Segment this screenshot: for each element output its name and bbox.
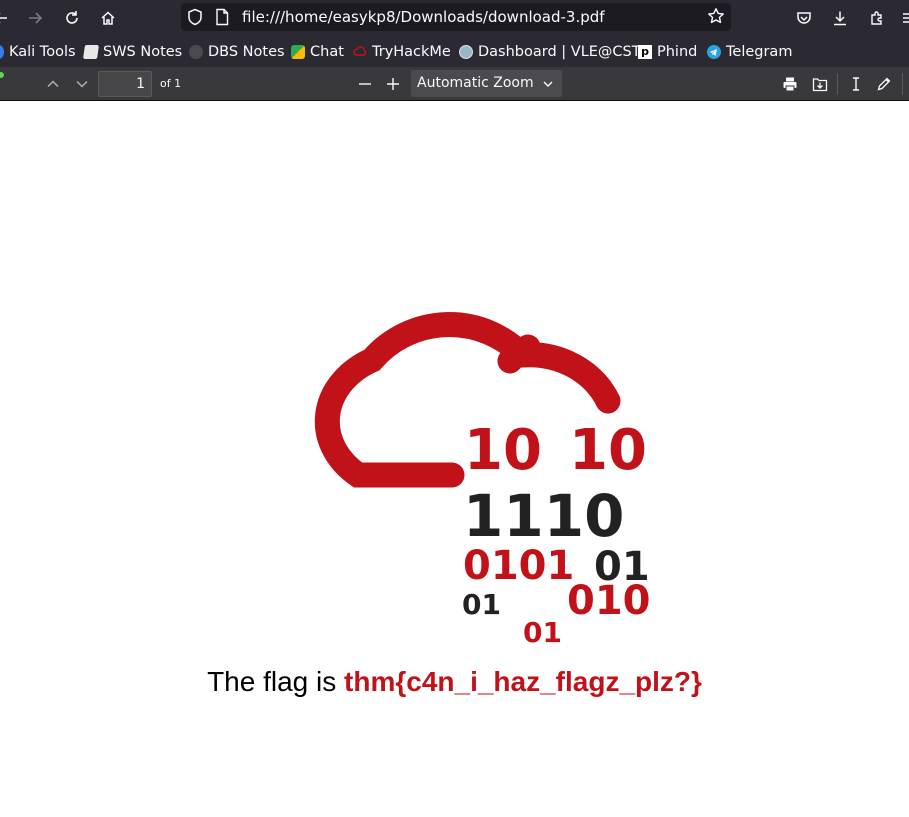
- pencil-icon: [877, 77, 891, 91]
- pocket-button[interactable]: [791, 5, 817, 31]
- printer-icon: [783, 77, 797, 92]
- bookmark-label: DBS Notes: [208, 44, 285, 60]
- bookmark-label: Telegram: [726, 44, 793, 60]
- tracking-shield-icon[interactable]: [187, 8, 203, 26]
- chevron-down-icon: [76, 80, 88, 88]
- url-bar[interactable]: file:///home/easykp8/Downloads/download-…: [181, 3, 731, 31]
- moodle-icon: [459, 45, 473, 59]
- bookmark-label: Kali Tools: [9, 44, 76, 60]
- flag-value: thm{c4n_i_haz_flagz_plz?}: [344, 666, 702, 697]
- home-icon: [101, 11, 115, 25]
- zoom-select[interactable]: Automatic Zoom: [411, 70, 562, 97]
- binary-digits: 10: [569, 418, 647, 483]
- binary-digits: 10: [464, 418, 542, 483]
- zoom-select-label: Automatic Zoom: [417, 75, 534, 91]
- zoom-out-button[interactable]: [354, 73, 376, 95]
- extensions-button[interactable]: [864, 5, 890, 31]
- binary-digits: 01: [462, 588, 501, 621]
- minus-icon: [359, 83, 371, 85]
- reload-icon: [66, 11, 78, 24]
- bookmark-label: Phind: [657, 44, 698, 60]
- bookmark-label: TryHackMe: [372, 44, 451, 60]
- draw-tool-button[interactable]: [873, 73, 895, 95]
- save-button[interactable]: [809, 73, 831, 95]
- print-button[interactable]: [779, 73, 801, 95]
- bookmark-label: SWS Notes: [103, 44, 183, 60]
- forward-button[interactable]: [22, 5, 48, 31]
- phind-icon: p: [638, 45, 652, 59]
- cloud-binary-logo: 10 10 1110 0101 01 01 010 01: [314, 312, 651, 649]
- download-icon: [834, 11, 846, 26]
- bookmark-sws-notes[interactable]: SWS Notes: [83, 42, 183, 62]
- binary-digits: 010: [567, 578, 651, 624]
- page-icon: [216, 8, 229, 26]
- bookmark-chat[interactable]: Chat: [291, 42, 344, 62]
- binary-digits: 01: [523, 616, 562, 649]
- pdf-page: 10 10 1110 0101 01 01 010 01 The flag is…: [0, 101, 909, 817]
- chevron-down-icon: [543, 81, 553, 87]
- notebook-dark-icon: [189, 45, 203, 59]
- bookmark-dashboard-vle[interactable]: Dashboard | VLE@CST: [459, 42, 641, 62]
- pdf-toolbar: 1 of 1 Automatic Zoom: [0, 67, 909, 101]
- bookmark-kali-tools[interactable]: Kali Tools: [0, 42, 76, 62]
- forward-arrow-icon: [29, 12, 43, 24]
- bookmark-phind[interactable]: p Phind: [638, 42, 697, 62]
- home-button[interactable]: [95, 5, 121, 31]
- bookmark-star-icon[interactable]: [707, 7, 725, 25]
- text-cursor-icon: [853, 77, 859, 91]
- kali-icon: [0, 45, 4, 59]
- back-button[interactable]: [0, 5, 14, 31]
- browser-navbar: file:///home/easykp8/Downloads/download-…: [0, 0, 909, 36]
- bookmark-telegram[interactable]: Telegram: [707, 42, 792, 62]
- bookmark-label: Chat: [310, 44, 344, 60]
- bookmark-label: Dashboard | VLE@CST: [478, 44, 641, 60]
- binary-digits: 0101: [463, 543, 574, 589]
- toolbar-divider: [837, 73, 838, 95]
- zoom-in-button[interactable]: [382, 73, 404, 95]
- status-dot: [0, 72, 4, 78]
- notebook-icon: [83, 45, 99, 59]
- bookmark-dbs-notes[interactable]: DBS Notes: [189, 42, 285, 62]
- chevron-up-icon: [47, 80, 59, 88]
- toolbar-divider: [902, 73, 903, 95]
- menu-button[interactable]: [896, 5, 909, 31]
- save-download-icon: [812, 78, 828, 92]
- binary-digits: 1110: [463, 482, 624, 550]
- telegram-icon: [707, 45, 721, 59]
- text-tool-button[interactable]: [845, 73, 867, 95]
- hamburger-menu-icon: [903, 13, 909, 23]
- page-number-input[interactable]: 1: [98, 71, 152, 97]
- pocket-icon: [797, 12, 811, 24]
- bookmarks-toolbar: Kali Tools SWS Notes DBS Notes Chat TryH…: [0, 36, 909, 67]
- cloud-inner-arc-icon: [497, 334, 541, 374]
- tryhackme-icon: [353, 46, 367, 56]
- flag-statement: The flag is thm{c4n_i_haz_flagz_plz?}: [0, 666, 909, 698]
- back-arrow-icon: [0, 13, 7, 23]
- url-text[interactable]: file:///home/easykp8/Downloads/download-…: [242, 8, 605, 26]
- page-count: of 1: [160, 77, 182, 90]
- puzzle-icon: [871, 11, 882, 25]
- bookmark-tryhackme[interactable]: TryHackMe: [353, 42, 451, 62]
- downloads-button[interactable]: [827, 5, 853, 31]
- reload-button[interactable]: [59, 5, 85, 31]
- previous-page-button[interactable]: [42, 73, 64, 95]
- next-page-button[interactable]: [71, 73, 93, 95]
- flag-prefix: The flag is: [207, 666, 345, 697]
- chat-icon: [291, 45, 305, 59]
- plus-icon: [387, 78, 399, 90]
